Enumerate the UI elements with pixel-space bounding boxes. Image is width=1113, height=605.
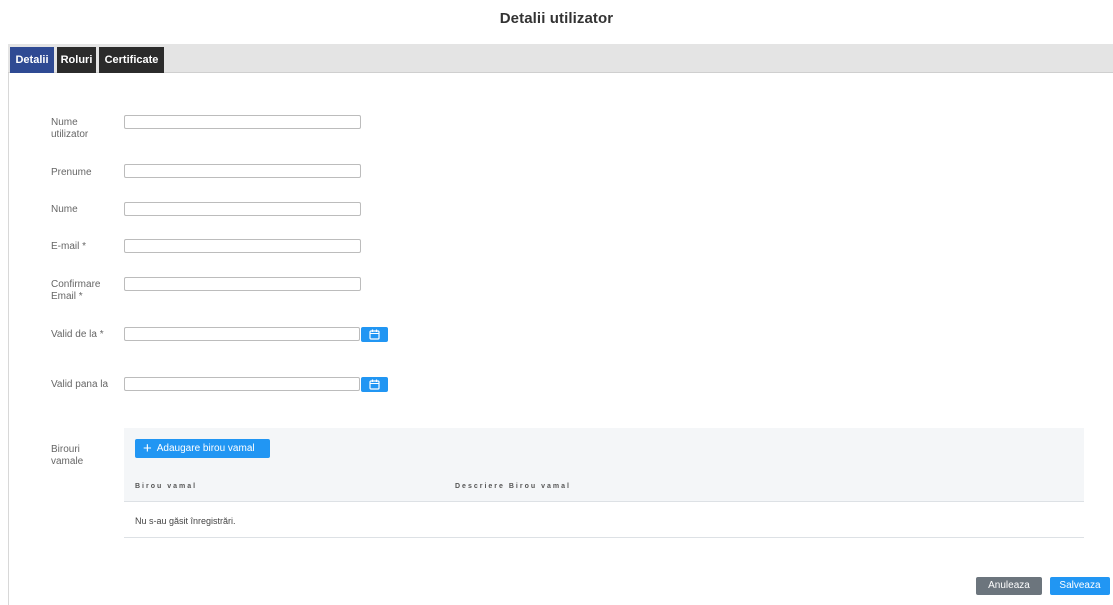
confirm-email-label: Confirmare Email * xyxy=(51,279,101,302)
calendar-icon xyxy=(369,329,380,340)
plus-icon: + xyxy=(143,440,152,457)
page-title: Detalii utilizator xyxy=(499,10,614,27)
email-input[interactable] xyxy=(124,239,361,253)
valid-until-label: Valid pana la xyxy=(51,379,109,390)
prenume-input[interactable] xyxy=(124,164,361,178)
email-label: E-mail * xyxy=(51,241,87,252)
prenume-label: Prenume xyxy=(51,167,92,178)
valid-from-calendar-button[interactable] xyxy=(361,327,388,342)
valid-until-input[interactable] xyxy=(124,377,360,391)
save-button[interactable]: Salveaza xyxy=(1050,577,1110,595)
valid-until-calendar-button[interactable] xyxy=(361,377,388,392)
table-empty-row: Nu s-au găsit înregistrări. xyxy=(124,502,1084,538)
content-left-border xyxy=(8,73,9,605)
valid-from-input[interactable] xyxy=(124,327,360,341)
nume-label: Nume xyxy=(51,204,78,215)
column-header-descriere[interactable]: Descriere Birou vamal xyxy=(455,483,571,490)
tab-certificate[interactable]: Certificate xyxy=(99,47,164,73)
username-input[interactable] xyxy=(124,115,361,129)
nume-input[interactable] xyxy=(124,202,361,216)
tab-roluri[interactable]: Roluri xyxy=(57,47,96,73)
tab-bar: Detalii Roluri Certificate xyxy=(8,44,1113,73)
valid-from-label: Valid de la * xyxy=(51,329,104,340)
empty-message: Nu s-au găsit înregistrări. xyxy=(135,516,236,526)
add-birou-label: Adaugare birou vamal xyxy=(156,443,255,454)
column-header-birou[interactable]: Birou vamal xyxy=(135,483,197,490)
confirm-email-input[interactable] xyxy=(124,277,361,291)
birouri-panel: + Adaugare birou vamal Birou vamal Descr… xyxy=(124,428,1084,538)
birouri-label: Birouri vamale xyxy=(51,444,84,467)
cancel-button[interactable]: Anuleaza xyxy=(976,577,1042,595)
add-birou-button[interactable]: + Adaugare birou vamal xyxy=(135,439,270,458)
tab-detalii[interactable]: Detalii xyxy=(10,47,54,73)
calendar-icon xyxy=(369,379,380,390)
username-label: Nume utilizator xyxy=(51,117,89,140)
